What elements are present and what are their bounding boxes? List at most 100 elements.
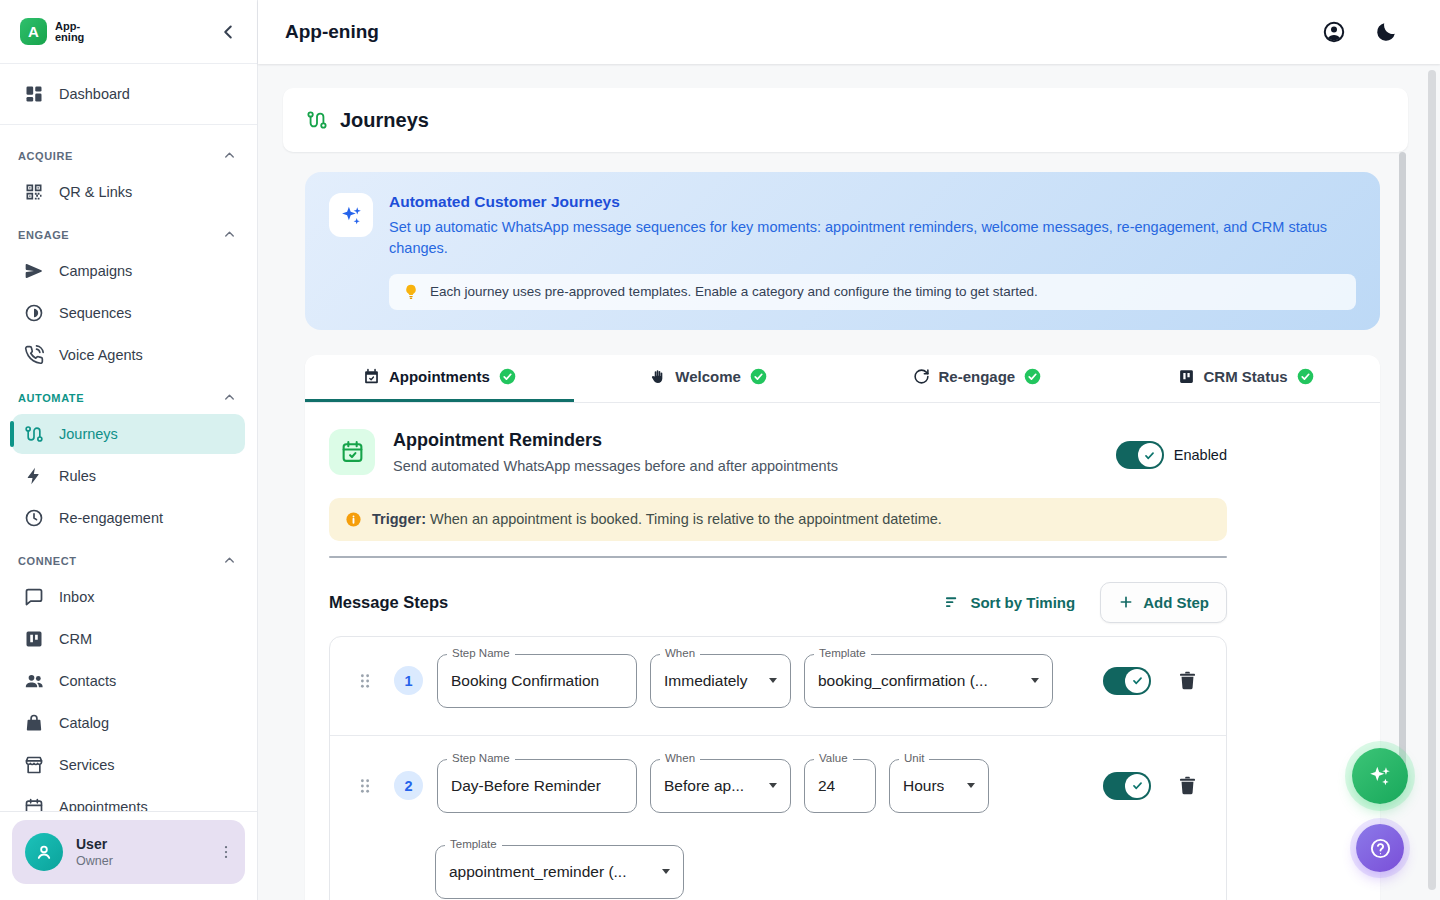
tab-appointments[interactable]: Appointments xyxy=(305,355,574,402)
sequence-icon xyxy=(24,303,44,323)
send-icon xyxy=(24,261,44,281)
sidebar-item-qr-links[interactable]: QR & Links xyxy=(12,172,245,212)
category-header: Appointment Reminders Send automated Wha… xyxy=(329,429,1227,475)
sort-by-timing-button[interactable]: Sort by Timing xyxy=(944,594,1075,611)
banner-tip: Each journey uses pre-approved templates… xyxy=(389,274,1356,310)
tab-label: CRM Status xyxy=(1204,368,1288,385)
check-circle-icon xyxy=(750,368,767,385)
field-value: Booking Confirmation xyxy=(451,672,599,690)
sidebar-item-label: Appointments xyxy=(59,799,148,811)
field-value: Immediately xyxy=(664,672,748,690)
field-value[interactable]: Value24 xyxy=(804,759,876,813)
tab-label: Re-engage xyxy=(939,368,1016,385)
field-label: When xyxy=(660,752,700,764)
step-toggle[interactable] xyxy=(1103,772,1151,800)
field-label: Unit xyxy=(899,752,929,764)
step-row-secondary: Templateappointment_reminder (... xyxy=(358,845,1198,899)
account-button[interactable] xyxy=(1322,20,1346,44)
topbar-title: App-ening xyxy=(285,21,379,43)
page-title: Journeys xyxy=(340,109,429,132)
topbar: App-ening xyxy=(258,0,1440,64)
field-step-name[interactable]: Step NameDay-Before Reminder xyxy=(437,759,637,813)
sidebar-item-catalog[interactable]: Catalog xyxy=(12,703,245,743)
sidebar-item-contacts[interactable]: Contacts xyxy=(12,661,245,701)
field-label: Value xyxy=(814,752,853,764)
sidebar-section-engage[interactable]: ENGAGE xyxy=(12,214,245,251)
sidebar-item-rules[interactable]: Rules xyxy=(12,456,245,496)
sidebar-item-label: Journeys xyxy=(59,426,118,442)
sidebar-item-re-engagement[interactable]: Re-engagement xyxy=(12,498,245,538)
field-when[interactable]: WhenBefore ap... xyxy=(650,759,791,813)
tab-re-engage[interactable]: Re-engage xyxy=(843,355,1112,402)
sidebar-item-label: QR & Links xyxy=(59,184,132,200)
app-logo-text: App-ening xyxy=(55,21,84,43)
user-card[interactable]: User Owner xyxy=(12,820,245,884)
field-template[interactable]: Templateappointment_reminder (... xyxy=(435,845,684,899)
info-icon xyxy=(345,511,362,528)
field-value: Day-Before Reminder xyxy=(451,777,601,795)
content-scrollbar[interactable] xyxy=(1399,152,1406,790)
sidebar-section-connect[interactable]: CONNECT xyxy=(12,540,245,577)
sidebar-section-acquire[interactable]: ACQUIRE xyxy=(12,135,245,172)
sidebar-item-label: Sequences xyxy=(59,305,132,321)
sidebar-collapse-button[interactable] xyxy=(217,21,239,43)
field-value: appointment_reminder (... xyxy=(449,863,626,881)
step-toggle[interactable] xyxy=(1103,667,1151,695)
sparkles-icon xyxy=(1367,763,1393,789)
category-toggle[interactable] xyxy=(1116,441,1164,469)
tab-crm-status[interactable]: CRM Status xyxy=(1111,355,1380,402)
caret-down-icon xyxy=(769,783,777,788)
tab-bar: Appointments Welcome Re-engage CRM Status xyxy=(305,355,1380,403)
dark-mode-button[interactable] xyxy=(1374,20,1398,44)
category-subtitle: Send automated WhatsApp messages before … xyxy=(393,458,838,474)
sidebar-item-crm[interactable]: CRM xyxy=(12,619,245,659)
journeys-panel: Appointments Welcome Re-engage CRM Status A… xyxy=(305,355,1380,900)
step-actions xyxy=(1103,667,1198,695)
sidebar-header: A App-ening xyxy=(0,0,257,64)
sidebar-section-label: ACQUIRE xyxy=(18,150,73,162)
add-step-button[interactable]: Add Step xyxy=(1100,582,1227,623)
sparkles-tile xyxy=(329,193,373,237)
field-step-name[interactable]: Step NameBooking Confirmation xyxy=(437,654,637,708)
dots-vertical-icon xyxy=(217,843,235,861)
tab-label: Welcome xyxy=(675,368,741,385)
app-logo: A xyxy=(20,18,47,45)
user-menu-button[interactable] xyxy=(217,843,235,861)
field-template[interactable]: Templatebooking_confirmation (... xyxy=(804,654,1053,708)
step-row-main: 1Step NameBooking ConfirmationWhenImmedi… xyxy=(358,654,1198,708)
toggle-knob xyxy=(1125,669,1149,693)
sidebar-item-inbox[interactable]: Inbox xyxy=(12,577,245,617)
trash-icon[interactable] xyxy=(1177,670,1198,691)
route-icon xyxy=(24,424,44,444)
chevron-up-icon xyxy=(222,227,237,242)
sidebar-item-campaigns[interactable]: Campaigns xyxy=(12,251,245,291)
sidebar-item-label: Re-engagement xyxy=(59,510,163,526)
caret-down-icon xyxy=(662,869,670,874)
sidebar-item-journeys[interactable]: Journeys xyxy=(12,414,245,454)
field-when[interactable]: WhenImmediately xyxy=(650,654,791,708)
caret-down-icon xyxy=(1031,678,1039,683)
toggle-label: Enabled xyxy=(1174,447,1227,463)
sidebar-section-automate[interactable]: AUTOMATE xyxy=(12,377,245,414)
chevron-left-icon xyxy=(217,21,239,43)
tab-welcome[interactable]: Welcome xyxy=(574,355,843,402)
question-circle-icon xyxy=(1369,837,1392,860)
field-unit[interactable]: UnitHours xyxy=(889,759,989,813)
dashboard-icon xyxy=(24,84,44,104)
ai-assistant-fab[interactable] xyxy=(1352,748,1408,804)
sidebar-item-services[interactable]: Services xyxy=(12,745,245,785)
trash-icon[interactable] xyxy=(1177,775,1198,796)
main-column: App-ening Journeys xyxy=(258,0,1440,900)
category-title: Appointment Reminders xyxy=(393,430,838,451)
help-fab[interactable] xyxy=(1356,824,1404,872)
phone-call-icon xyxy=(24,345,44,365)
sidebar-item-voice-agents[interactable]: Voice Agents xyxy=(12,335,245,375)
field-label: Step Name xyxy=(447,752,515,764)
plus-icon xyxy=(1118,594,1134,610)
sidebar: A App-ening Dashboard ACQUIRE QR & Links EN… xyxy=(0,0,258,900)
sidebar-item-label: Contacts xyxy=(59,673,116,689)
sidebar-item-appointments[interactable]: Appointments xyxy=(12,787,245,811)
window-scrollbar[interactable] xyxy=(1428,70,1436,890)
sidebar-item-sequences[interactable]: Sequences xyxy=(12,293,245,333)
sidebar-item-dashboard[interactable]: Dashboard xyxy=(12,74,245,114)
